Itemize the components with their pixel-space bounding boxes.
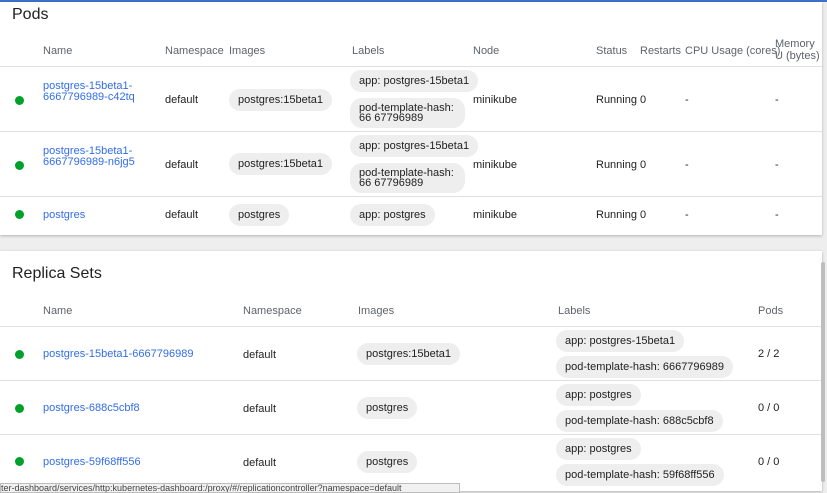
pod-namespace: default bbox=[165, 159, 199, 171]
label-chip: pod-template-hash: 688c5cbf8 bbox=[556, 410, 723, 432]
pods-header-restarts[interactable]: Restarts bbox=[640, 45, 681, 57]
replica-sets-title: Replica Sets bbox=[12, 265, 102, 282]
rs-header-pods[interactable]: Pods bbox=[758, 305, 783, 317]
pod-node: minikube bbox=[473, 94, 518, 106]
pods-divider bbox=[0, 196, 822, 197]
pods-header-images[interactable]: Images bbox=[229, 45, 265, 57]
pod-node: minikube bbox=[473, 209, 518, 221]
label-chip: app: postgres bbox=[556, 384, 641, 406]
pods-header-cpu[interactable]: CPU Usage (cores) bbox=[685, 45, 780, 57]
pod-restarts: 0 bbox=[640, 159, 647, 171]
pod-cpu: - bbox=[685, 159, 689, 171]
replica-set-name-link[interactable]: postgres-59f68ff556 bbox=[43, 456, 141, 468]
status-running-icon bbox=[15, 350, 24, 359]
label-chip: pod-template-hash: 66 67796989 bbox=[350, 163, 465, 193]
rs-header-namespace[interactable]: Namespace bbox=[243, 305, 302, 317]
pod-restarts: 0 bbox=[640, 94, 647, 106]
pods-header-namespace[interactable]: Namespace bbox=[165, 45, 224, 57]
pods-divider bbox=[0, 66, 822, 67]
pod-memory: - bbox=[775, 159, 779, 171]
image-chip: postgres:15beta1 bbox=[229, 153, 333, 175]
link-status-bar: ter-dashboard/services/http:kubernetes-d… bbox=[0, 483, 460, 493]
pod-memory: - bbox=[775, 209, 779, 221]
pods-header-name[interactable]: Name bbox=[43, 45, 72, 57]
image-chip: postgres:15beta1 bbox=[357, 343, 461, 365]
pods-header-status[interactable]: Status bbox=[596, 45, 627, 57]
image-chip: postgres:15beta1 bbox=[229, 89, 333, 111]
pods-divider bbox=[0, 131, 822, 132]
image-chip: postgres bbox=[229, 204, 290, 226]
rs-namespace: default bbox=[243, 403, 277, 415]
rs-pods: 0 / 0 bbox=[758, 402, 780, 414]
status-running-icon bbox=[15, 161, 24, 170]
pod-namespace: default bbox=[165, 209, 199, 221]
pod-cpu: - bbox=[685, 94, 689, 106]
replica-set-name-link[interactable]: postgres-688c5cbf8 bbox=[43, 402, 140, 414]
pod-name-link[interactable]: postgres-15beta1-6667796989-n6jg5 bbox=[43, 146, 145, 168]
rs-namespace: default bbox=[243, 457, 277, 469]
pods-header-memory[interactable]: Memory U (bytes) bbox=[775, 38, 821, 64]
vertical-scrollbar[interactable] bbox=[821, 262, 825, 482]
pod-node: minikube bbox=[473, 159, 518, 171]
rs-divider bbox=[0, 326, 822, 327]
label-chip: app: postgres-15beta1 bbox=[350, 135, 479, 157]
replica-sets-card: Replica Sets Name Namespace Images Label… bbox=[0, 251, 822, 491]
pod-restarts: 0 bbox=[640, 209, 647, 221]
rs-divider bbox=[0, 434, 822, 435]
rs-header-labels[interactable]: Labels bbox=[558, 305, 590, 317]
label-chip: app: postgres-15beta1 bbox=[556, 330, 685, 352]
rs-header-images[interactable]: Images bbox=[358, 305, 394, 317]
status-running-icon bbox=[15, 457, 24, 466]
label-chip: app: postgres bbox=[556, 438, 641, 460]
pod-memory: - bbox=[775, 94, 779, 106]
rs-pods: 0 / 0 bbox=[758, 456, 780, 468]
label-chip: app: postgres-15beta1 bbox=[350, 70, 479, 92]
pod-status: Running bbox=[596, 159, 637, 171]
pods-header-labels[interactable]: Labels bbox=[352, 45, 384, 57]
pod-name-link[interactable]: postgres bbox=[43, 209, 85, 221]
rs-namespace: default bbox=[243, 349, 277, 361]
label-chip: pod-template-hash: 6667796989 bbox=[556, 356, 734, 378]
rs-header-name[interactable]: Name bbox=[43, 305, 72, 317]
status-running-icon bbox=[15, 404, 24, 413]
label-chip: pod-template-hash: 66 67796989 bbox=[350, 98, 465, 128]
status-running-icon bbox=[15, 210, 24, 219]
status-running-icon bbox=[15, 96, 24, 105]
pods-card: Pods Name Namespace Images Labels Node S… bbox=[0, 2, 822, 235]
image-chip: postgres bbox=[357, 451, 418, 473]
rs-divider bbox=[0, 380, 822, 381]
replica-set-name-link[interactable]: postgres-15beta1-6667796989 bbox=[43, 348, 193, 360]
pod-name-link[interactable]: postgres-15beta1-6667796989-c42tq bbox=[43, 81, 145, 103]
rs-pods: 2 / 2 bbox=[758, 348, 780, 360]
image-chip: postgres bbox=[357, 397, 418, 419]
pods-title: Pods bbox=[12, 6, 49, 23]
pod-status: Running bbox=[596, 94, 637, 106]
pod-cpu: - bbox=[685, 209, 689, 221]
pods-header-node[interactable]: Node bbox=[473, 45, 499, 57]
label-chip: pod-template-hash: 59f68ff556 bbox=[556, 464, 724, 486]
pod-namespace: default bbox=[165, 94, 199, 106]
label-chip: app: postgres bbox=[350, 204, 435, 226]
pod-status: Running bbox=[596, 209, 637, 221]
